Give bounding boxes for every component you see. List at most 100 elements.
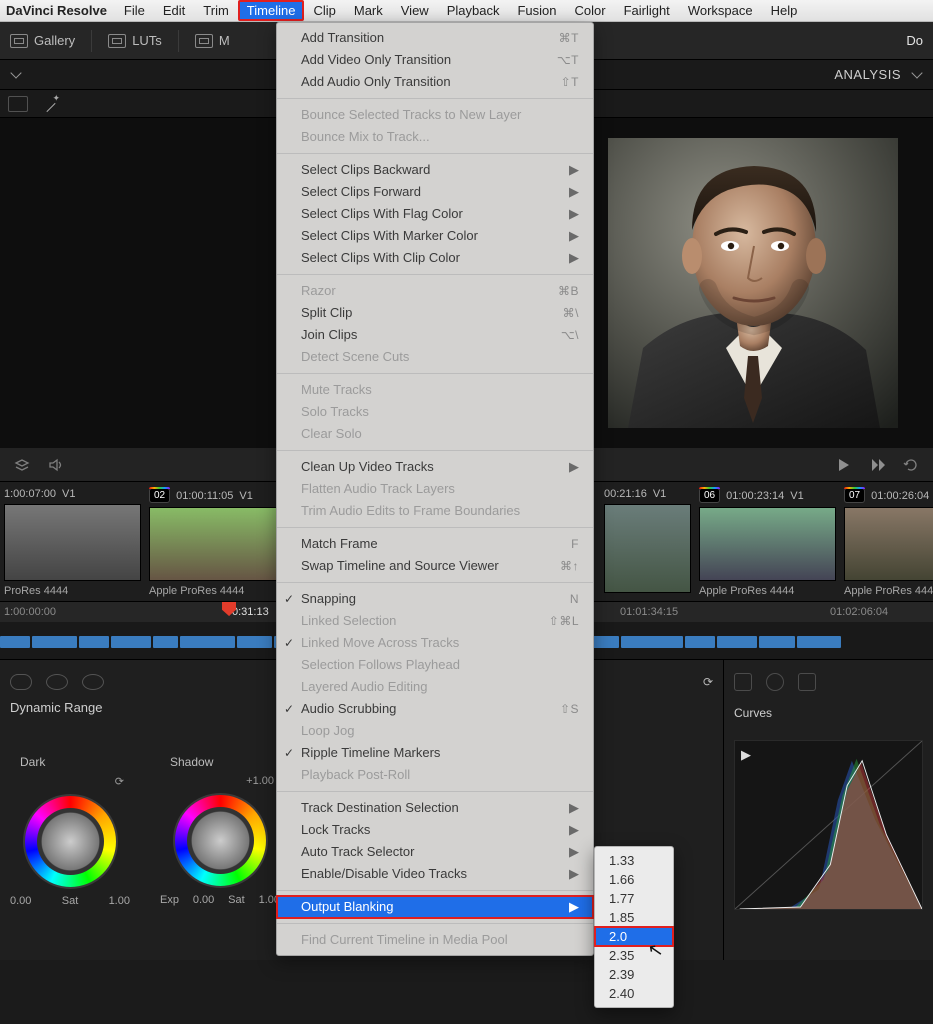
play-icon[interactable] [835, 457, 851, 473]
submenu-item[interactable]: 1.33 [595, 851, 673, 870]
menu-mark[interactable]: Mark [345, 0, 392, 21]
wheel-shadow[interactable]: Shadow +1.00 Exp0.00Sat1.00 [160, 755, 280, 907]
grid-icon[interactable] [8, 96, 28, 112]
thumb-track: V1 [653, 488, 666, 500]
thumbnail[interactable]: 0701:00:26:04V1 Apple ProRes 444 [840, 482, 933, 601]
menu-timeline[interactable]: Timeline [238, 0, 305, 21]
timeline-menu-dropdown[interactable]: Add Transition⌘TAdd Video Only Transitio… [276, 22, 594, 956]
menu-item[interactable]: Select Clips Forward▶ [277, 181, 593, 203]
menu-item[interactable]: Select Clips With Clip Color▶ [277, 247, 593, 269]
vector-scope-icon[interactable] [46, 674, 68, 690]
app-title: DaVinci Resolve [6, 3, 107, 18]
menu-item[interactable]: Add Video Only Transition⌥T [277, 49, 593, 71]
menu-item[interactable]: Ripple Timeline Markers [277, 742, 593, 764]
media-label: M [219, 33, 230, 48]
layers-icon[interactable] [14, 457, 30, 473]
waveform-icon[interactable] [10, 674, 32, 690]
viewer-frame-image [608, 138, 898, 428]
menu-item: Bounce Mix to Track... [277, 126, 593, 148]
menu-fairlight[interactable]: Fairlight [615, 0, 679, 21]
macos-menubar: DaVinci Resolve File Edit Trim Timeline … [0, 0, 933, 22]
menu-item[interactable]: Match FrameF [277, 533, 593, 555]
menu-item[interactable]: Output Blanking▶ [277, 896, 593, 918]
menu-file[interactable]: File [115, 0, 154, 21]
wand-icon[interactable] [42, 95, 60, 113]
menu-item[interactable]: Select Clips With Flag Color▶ [277, 203, 593, 225]
menu-item[interactable]: Track Destination Selection▶ [277, 797, 593, 819]
menu-item: Loop Jog [277, 720, 593, 742]
dropdown-caret-icon[interactable] [10, 67, 21, 78]
menu-workspace[interactable]: Workspace [679, 0, 762, 21]
menu-item[interactable]: Lock Tracks▶ [277, 819, 593, 841]
ruler-tc: 1:00:00:00 [4, 606, 56, 618]
menu-item[interactable]: Audio Scrubbing⇧S [277, 698, 593, 720]
gallery-icon [10, 34, 28, 48]
thumb-codec: Apple ProRes 444 [844, 585, 933, 597]
menu-playback[interactable]: Playback [438, 0, 509, 21]
wheel-reset-icon[interactable]: ⟳ [115, 775, 124, 788]
submenu-item[interactable]: 1.77 [595, 889, 673, 908]
menu-item: Playback Post-Roll [277, 764, 593, 786]
hdr-scope-icon[interactable] [82, 674, 104, 690]
curves-title: Curves [734, 706, 923, 720]
menu-item[interactable]: Select Clips Backward▶ [277, 159, 593, 181]
submenu-item[interactable]: 1.66 [595, 870, 673, 889]
submenu-item[interactable]: 2.40 [595, 984, 673, 1003]
menu-clip[interactable]: Clip [304, 0, 344, 21]
luts-label: LUTs [132, 33, 162, 48]
thumb-image [844, 507, 933, 581]
eyedropper-icon[interactable] [798, 673, 816, 691]
thumbnail[interactable]: 0201:00:11:05V1 Apple ProRes 4444 [145, 482, 290, 601]
curve-mode-icon[interactable] [766, 673, 784, 691]
menu-item: Trim Audio Edits to Frame Boundaries [277, 500, 593, 522]
gallery-button[interactable]: Gallery [10, 33, 75, 48]
luts-button[interactable]: LUTs [108, 33, 162, 48]
thumbnail[interactable]: 1:00:07:00 V1 ProRes 4444 [0, 482, 145, 601]
thumb-codec: ProRes 4444 [4, 585, 141, 597]
thumb-image [699, 507, 836, 581]
thumbnail[interactable]: 0601:00:23:14V1 Apple ProRes 4444 [695, 482, 840, 601]
menu-item[interactable]: Enable/Disable Video Tracks▶ [277, 863, 593, 885]
menu-item[interactable]: Add Audio Only Transition⇧T [277, 71, 593, 93]
menu-item[interactable]: SnappingN [277, 588, 593, 610]
menu-item: Mute Tracks [277, 379, 593, 401]
thumbnail[interactable]: 00:21:16V1 [600, 482, 695, 601]
menu-item[interactable]: Split Clip⌘\ [277, 302, 593, 324]
menu-edit[interactable]: Edit [154, 0, 194, 21]
menu-item[interactable]: Join Clips⌥\ [277, 324, 593, 346]
menu-item[interactable]: Auto Track Selector▶ [277, 841, 593, 863]
next-icon[interactable] [869, 457, 885, 473]
menu-item: Selection Follows Playhead [277, 654, 593, 676]
curve-mode-icon[interactable] [734, 673, 752, 691]
submenu-item[interactable]: 2.39 [595, 965, 673, 984]
loop-icon[interactable] [903, 457, 919, 473]
menu-help[interactable]: Help [762, 0, 807, 21]
menu-item[interactable]: Add Transition⌘T [277, 27, 593, 49]
menu-item[interactable]: Swap Timeline and Source Viewer⌘↑ [277, 555, 593, 577]
chevron-down-icon[interactable] [911, 67, 922, 78]
media-button[interactable]: M [195, 33, 230, 48]
menu-item: Razor⌘B [277, 280, 593, 302]
menu-item[interactable]: Select Clips With Marker Color▶ [277, 225, 593, 247]
viewer-mode-label[interactable]: ANALYSIS [834, 67, 901, 82]
ruler-tc: 01:02:06:04 [830, 606, 888, 618]
curves-plot[interactable]: ▶ [734, 740, 923, 910]
thumb-track: V1 [239, 490, 252, 502]
thumb-tc: 1:00:07:00 [4, 488, 56, 500]
menu-fusion[interactable]: Fusion [508, 0, 565, 21]
menu-trim[interactable]: Trim [194, 0, 238, 21]
volume-icon[interactable] [48, 457, 64, 473]
gallery-label: Gallery [34, 33, 75, 48]
menu-view[interactable]: View [392, 0, 438, 21]
menu-item: Detect Scene Cuts [277, 346, 593, 368]
reset-icon[interactable]: ⟳ [703, 675, 713, 689]
output-blanking-submenu[interactable]: 1.331.661.771.852.02.352.392.40 [594, 846, 674, 1008]
menu-item[interactable]: Clean Up Video Tracks▶ [277, 456, 593, 478]
menu-item: Layered Audio Editing [277, 676, 593, 698]
thumb-track: V1 [62, 488, 75, 500]
thumb-badge: 06 [699, 488, 720, 503]
thumb-tc: 01:00:23:14 [726, 490, 784, 502]
menu-color[interactable]: Color [565, 0, 614, 21]
wheel-dark[interactable]: Dark ⟳ 0.00Sat1.00 [10, 755, 130, 907]
submenu-item[interactable]: 1.85 [595, 908, 673, 927]
